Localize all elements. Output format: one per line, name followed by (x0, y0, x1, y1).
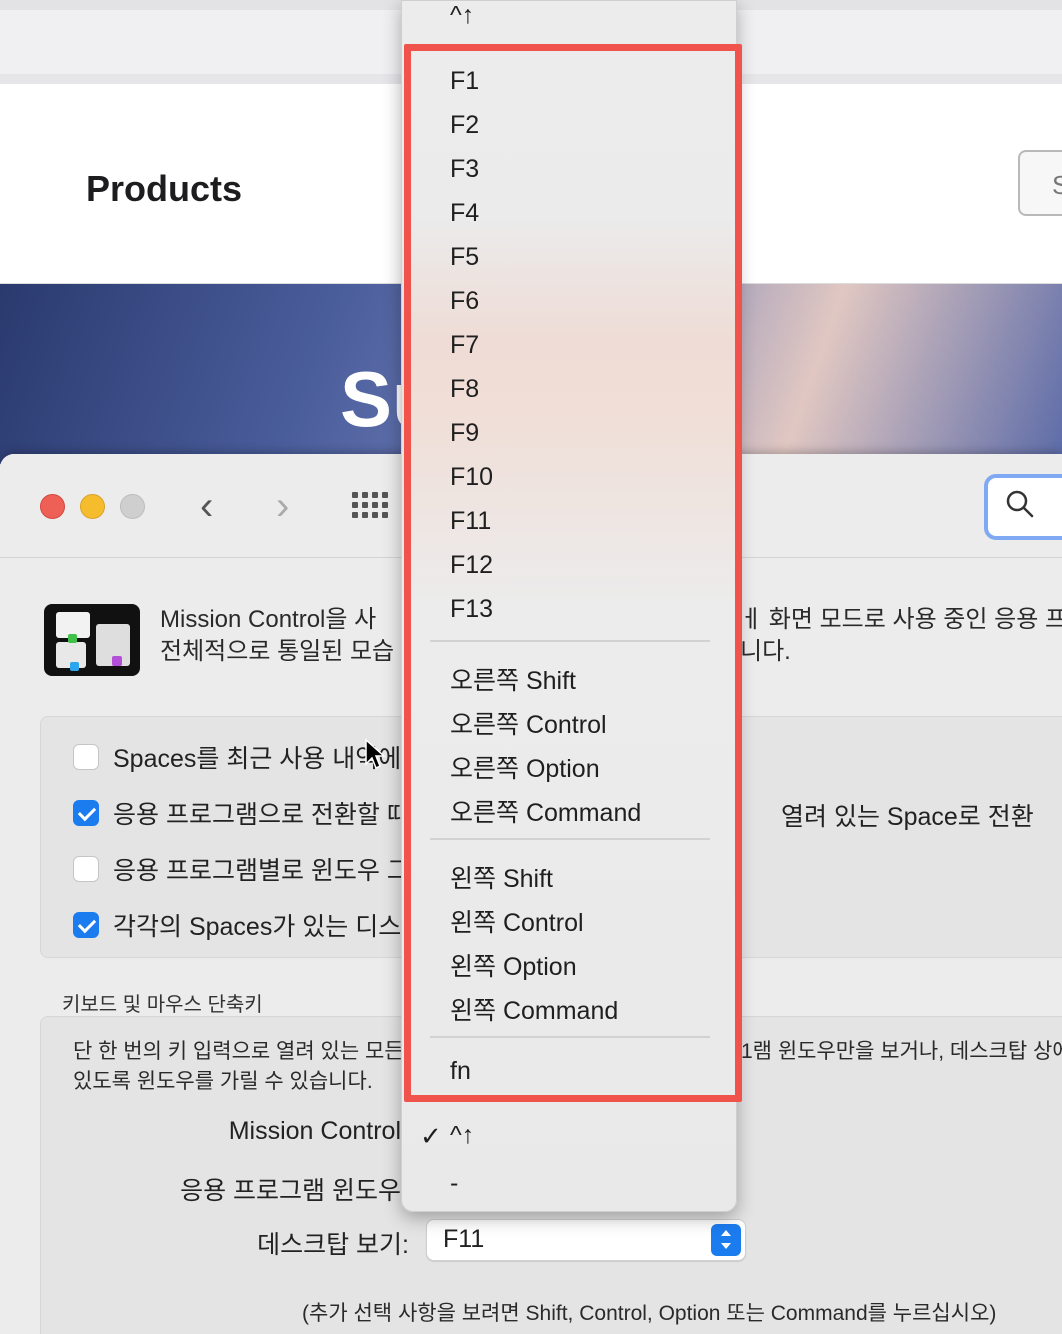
minimize-window-button[interactable] (80, 494, 105, 519)
shortcuts-footnote: (추가 선택 사항을 보려면 Shift, Control, Option 또는… (302, 1302, 997, 1325)
nav-products-link[interactable]: Products (86, 168, 242, 210)
search-icon (1006, 490, 1034, 518)
menu-separator (430, 640, 710, 642)
menu-item-f7[interactable]: F7 (450, 331, 479, 360)
checkbox-checked[interactable] (73, 912, 99, 938)
menu-item-f6[interactable]: F6 (450, 287, 479, 316)
mission-control-description: Mission Control을 사 전체적으로 통일된 모습 (160, 604, 394, 668)
menu-item-f9[interactable]: F9 (450, 419, 479, 448)
close-window-button[interactable] (40, 494, 65, 519)
menu-item-f2[interactable]: F2 (450, 111, 479, 140)
preferences-search-field[interactable] (984, 474, 1062, 540)
option-row[interactable]: 응용 프로그램으로 전환할 때 (73, 795, 410, 831)
description-line: 전체적으로 통일된 모습 (160, 638, 395, 665)
chevron-left-icon[interactable]: ‹ (200, 484, 213, 529)
menu-item-f5[interactable]: F5 (450, 243, 479, 272)
menu-item-right-command[interactable]: 오른쪽 Command (450, 793, 641, 829)
description-line: 있도록 윈도우를 가릴 수 있습니다. (73, 1070, 373, 1093)
menu-item-f1[interactable]: F1 (450, 67, 479, 96)
menu-item-selected[interactable]: ^↑ (450, 1121, 474, 1150)
checkbox[interactable] (73, 856, 99, 882)
option-label: 응용 프로그램으로 전환할 때 (113, 801, 410, 829)
menu-item-right-control[interactable]: 오른쪽 Control (450, 705, 607, 741)
checkbox-checked[interactable] (73, 800, 99, 826)
description-line: ㅔ 화면 모드로 사용 중인 응용 프 (740, 606, 1062, 633)
menu-item-f12[interactable]: F12 (450, 551, 493, 580)
show-all-grid-icon[interactable] (352, 492, 388, 520)
menu-item-f13[interactable]: F13 (450, 595, 493, 624)
desktop-shortcut-select[interactable]: F11 (426, 1219, 746, 1261)
option-label: 각각의 Spaces가 있는 디스 (113, 913, 402, 941)
option-row[interactable]: Spaces를 최근 사용 내역에 (73, 739, 401, 775)
desktop-shortcut-label: 데스크탑 보기: (257, 1231, 409, 1259)
menu-separator (430, 1036, 710, 1038)
shortcuts-section-title: 키보드 및 마우스 단축키 (62, 994, 263, 1016)
option-row[interactable]: 각각의 Spaces가 있는 디스 (73, 907, 401, 943)
menu-item-f3[interactable]: F3 (450, 155, 479, 184)
app-windows-shortcut-label: 응용 프로그램 윈도우 (180, 1177, 401, 1205)
checkmark-icon: ✓ (420, 1121, 442, 1151)
description-line: 단 한 번의 키 입력으로 열려 있는 모든 (73, 1040, 404, 1063)
menu-item-left-option[interactable]: 왼쪽 Option (450, 947, 577, 983)
menu-item-left-command[interactable]: 왼쪽 Command (450, 991, 618, 1027)
option-label: 응용 프로그램별로 윈도우 그 (113, 857, 410, 885)
shortcuts-description: 단 한 번의 키 입력으로 열려 있는 모든 있도록 윈도우를 가릴 수 있습니… (73, 1037, 404, 1097)
menu-item-left-shift[interactable]: 왼쪽 Shift (450, 859, 553, 895)
description-line: 니다. (740, 638, 791, 665)
menu-item-left-control[interactable]: 왼쪽 Control (450, 903, 584, 939)
mission-control-app-icon (44, 604, 140, 676)
menu-item-none[interactable]: - (450, 1169, 458, 1198)
chevron-right-icon[interactable]: › (276, 484, 289, 529)
menu-item-top[interactable]: ^↑ (450, 1, 474, 30)
description-line: Mission Control을 사 (160, 606, 377, 633)
menu-item-f8[interactable]: F8 (450, 375, 479, 404)
shortcuts-description-continued: 1램 윈도우만을 보거나, 데스크탑 상에 (741, 1040, 1062, 1063)
desktop-shortcut-value: F11 (443, 1225, 485, 1253)
shortcut-popup-menu: ^↑ F1 F2 F3 F4 F5 F6 F7 F8 F9 F10 F11 F1… (401, 0, 737, 1212)
menu-item-f11[interactable]: F11 (450, 507, 491, 536)
option-label-continued: 열려 있는 Space로 전환 (781, 803, 1034, 831)
menu-item-fn[interactable]: fn (450, 1057, 471, 1086)
menu-separator (430, 838, 710, 840)
zoom-window-button[interactable] (120, 494, 145, 519)
checkbox[interactable] (73, 744, 99, 770)
site-search-button[interactable]: S (1018, 150, 1062, 216)
select-stepper-icon (711, 1224, 741, 1256)
mission-control-description-continued: ㅔ 화면 모드로 사용 중인 응용 프 니다. (740, 604, 1062, 668)
option-row[interactable]: 응용 프로그램별로 윈도우 그 (73, 851, 410, 887)
mission-control-shortcut-label: Mission Control (228, 1117, 401, 1145)
menu-item-f4[interactable]: F4 (450, 199, 479, 228)
menu-item-f10[interactable]: F10 (450, 463, 493, 492)
mouse-pointer-icon (365, 738, 386, 770)
option-label: Spaces를 최근 사용 내역에 (113, 745, 402, 773)
menu-item-right-shift[interactable]: 오른쪽 Shift (450, 661, 576, 697)
menu-item-right-option[interactable]: 오른쪽 Option (450, 749, 600, 785)
